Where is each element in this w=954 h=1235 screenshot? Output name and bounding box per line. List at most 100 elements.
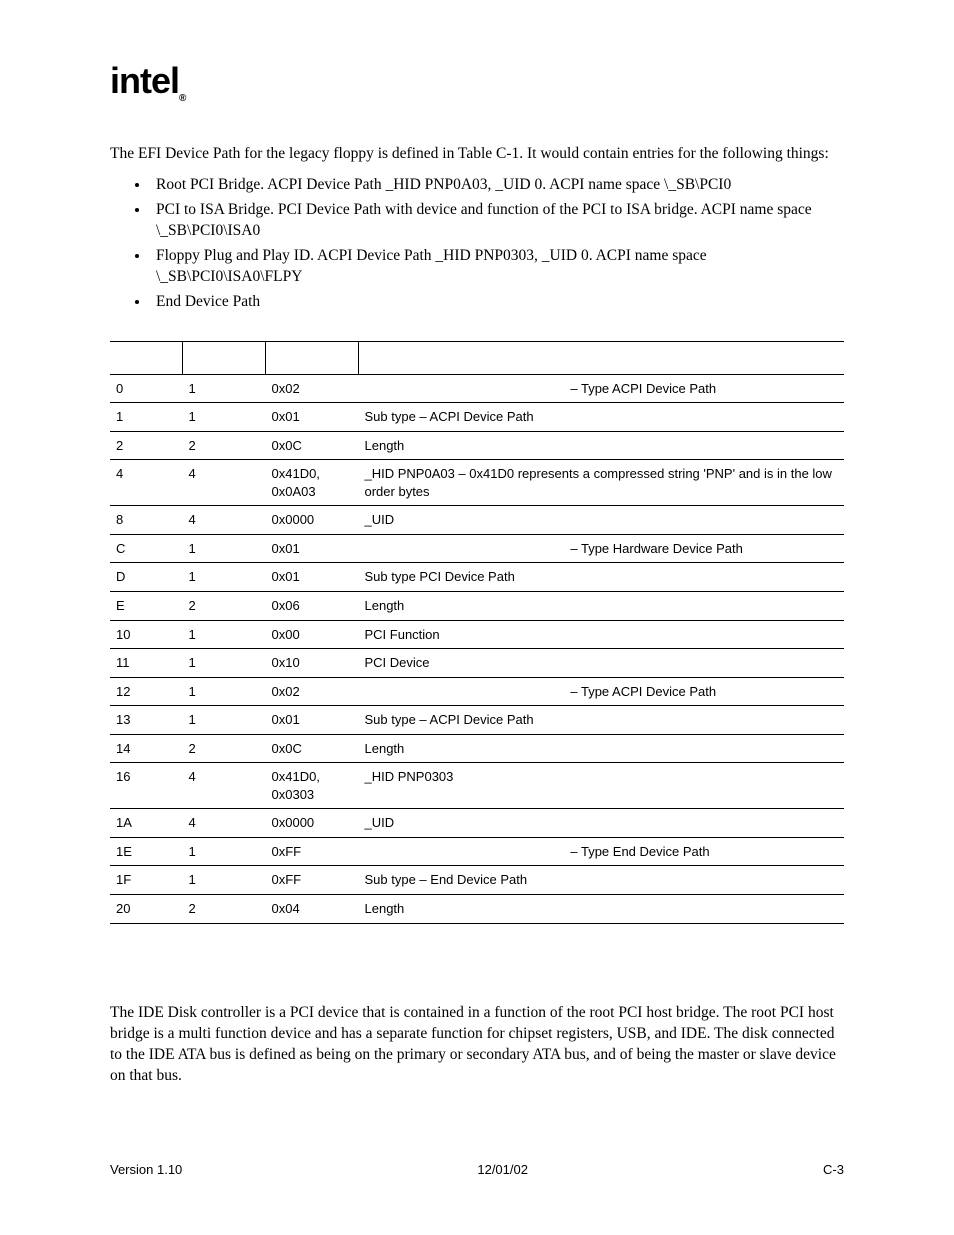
table-cell: PCI Device [359, 649, 845, 678]
table-cell: – Type ACPI Device Path [359, 677, 845, 706]
table-header [183, 341, 266, 374]
table-cell: Sub type – ACPI Device Path [359, 706, 845, 735]
table-row: C10x01 – Type Hardware Device Path [110, 534, 844, 563]
list-item: End Device Path [150, 292, 844, 313]
table-cell: 0x0C [266, 734, 359, 763]
table-cell: 0x0C [266, 431, 359, 460]
table-cell: 0x01 [266, 534, 359, 563]
table-cell: 0 [110, 374, 183, 403]
table-row: 440x41D0, 0x0A03_HID PNP0A03 – 0x41D0 re… [110, 460, 844, 506]
table-row: 1310x01Sub type – ACPI Device Path [110, 706, 844, 735]
table-row: 1110x10PCI Device [110, 649, 844, 678]
table-cell: 0x04 [266, 895, 359, 924]
table-cell: 1 [183, 866, 266, 895]
table-cell: 10 [110, 620, 183, 649]
table-row: 1210x02 – Type ACPI Device Path [110, 677, 844, 706]
table-cell: – Type ACPI Device Path [359, 374, 845, 403]
table-cell: Length [359, 734, 845, 763]
table-cell: 0x41D0, 0x0A03 [266, 460, 359, 506]
ide-paragraph: The IDE Disk controller is a PCI device … [110, 1003, 844, 1087]
table-cell: 1 [183, 374, 266, 403]
table-cell: 1 [183, 403, 266, 432]
table-cell: 4 [183, 809, 266, 838]
table-cell: 0x0000 [266, 809, 359, 838]
table-cell: 0x10 [266, 649, 359, 678]
table-cell: 2 [110, 431, 183, 460]
table-cell: PCI Function [359, 620, 845, 649]
table-cell: _HID PNP0A03 – 0x41D0 represents a compr… [359, 460, 845, 506]
table-cell: 1E [110, 837, 183, 866]
table-header [266, 341, 359, 374]
table-cell: 0xFF [266, 866, 359, 895]
table-cell: 1A [110, 809, 183, 838]
table-row: 1010x00PCI Function [110, 620, 844, 649]
table-cell: 2 [183, 734, 266, 763]
table-cell: 1 [183, 649, 266, 678]
table-cell: – Type End Device Path [359, 837, 845, 866]
table-cell: 1F [110, 866, 183, 895]
table-cell: 4 [183, 460, 266, 506]
table-cell: 1 [183, 620, 266, 649]
intel-logo: intel® [110, 60, 844, 104]
table-cell: 2 [183, 895, 266, 924]
table-cell: 2 [183, 592, 266, 621]
table-cell: Length [359, 895, 845, 924]
table-header [359, 341, 845, 374]
footer-date: 12/01/02 [477, 1162, 528, 1177]
table-header [110, 341, 183, 374]
table-cell: 0x01 [266, 563, 359, 592]
table-cell: 0xFF [266, 837, 359, 866]
table-cell: 2 [183, 431, 266, 460]
footer-page: C-3 [823, 1162, 844, 1177]
table-cell: 1 [110, 403, 183, 432]
table-cell: _UID [359, 506, 845, 535]
table-cell: Sub type – ACPI Device Path [359, 403, 845, 432]
table-row: 1420x0CLength [110, 734, 844, 763]
bullet-list: Root PCI Bridge. ACPI Device Path _HID P… [110, 175, 844, 313]
table-cell: _UID [359, 809, 845, 838]
table-cell: 0x02 [266, 677, 359, 706]
table-cell: 12 [110, 677, 183, 706]
table-cell: 4 [183, 763, 266, 809]
table-cell: 0x01 [266, 706, 359, 735]
table-cell: 4 [110, 460, 183, 506]
table-row: E20x06Length [110, 592, 844, 621]
table-cell: 0x0000 [266, 506, 359, 535]
table-cell: 8 [110, 506, 183, 535]
table-cell: 1 [183, 837, 266, 866]
list-item: Root PCI Bridge. ACPI Device Path _HID P… [150, 175, 844, 196]
table-cell: Sub type – End Device Path [359, 866, 845, 895]
table-cell: 13 [110, 706, 183, 735]
table-row: 840x0000_UID [110, 506, 844, 535]
table-cell: D [110, 563, 183, 592]
table-cell: 0x06 [266, 592, 359, 621]
table-cell: 1 [183, 563, 266, 592]
table-cell: 1 [183, 706, 266, 735]
table-row: 010x02 – Type ACPI Device Path [110, 374, 844, 403]
table-row: 1E10xFF – Type End Device Path [110, 837, 844, 866]
intro-paragraph: The EFI Device Path for the legacy flopp… [110, 144, 844, 165]
table-cell: 0x00 [266, 620, 359, 649]
table-cell: 14 [110, 734, 183, 763]
list-item: PCI to ISA Bridge. PCI Device Path with … [150, 200, 844, 242]
table-row: 220x0CLength [110, 431, 844, 460]
table-cell: C [110, 534, 183, 563]
table-cell: 4 [183, 506, 266, 535]
table-row: 1A40x0000_UID [110, 809, 844, 838]
table-row: 110x01Sub type – ACPI Device Path [110, 403, 844, 432]
table-row: 1F10xFFSub type – End Device Path [110, 866, 844, 895]
table-cell: – Type Hardware Device Path [359, 534, 845, 563]
table-row: 2020x04Length [110, 895, 844, 924]
device-path-table: 010x02 – Type ACPI Device Path110x01Sub … [110, 341, 844, 924]
table-cell: Sub type PCI Device Path [359, 563, 845, 592]
table-cell: 1 [183, 534, 266, 563]
footer-version: Version 1.10 [110, 1162, 182, 1177]
table-cell: 0x41D0, 0x0303 [266, 763, 359, 809]
table-cell: Length [359, 431, 845, 460]
table-row: 1640x41D0, 0x0303_HID PNP0303 [110, 763, 844, 809]
table-cell: 20 [110, 895, 183, 924]
table-cell: 16 [110, 763, 183, 809]
list-item: Floppy Plug and Play ID. ACPI Device Pat… [150, 246, 844, 288]
table-cell: E [110, 592, 183, 621]
table-cell: Length [359, 592, 845, 621]
